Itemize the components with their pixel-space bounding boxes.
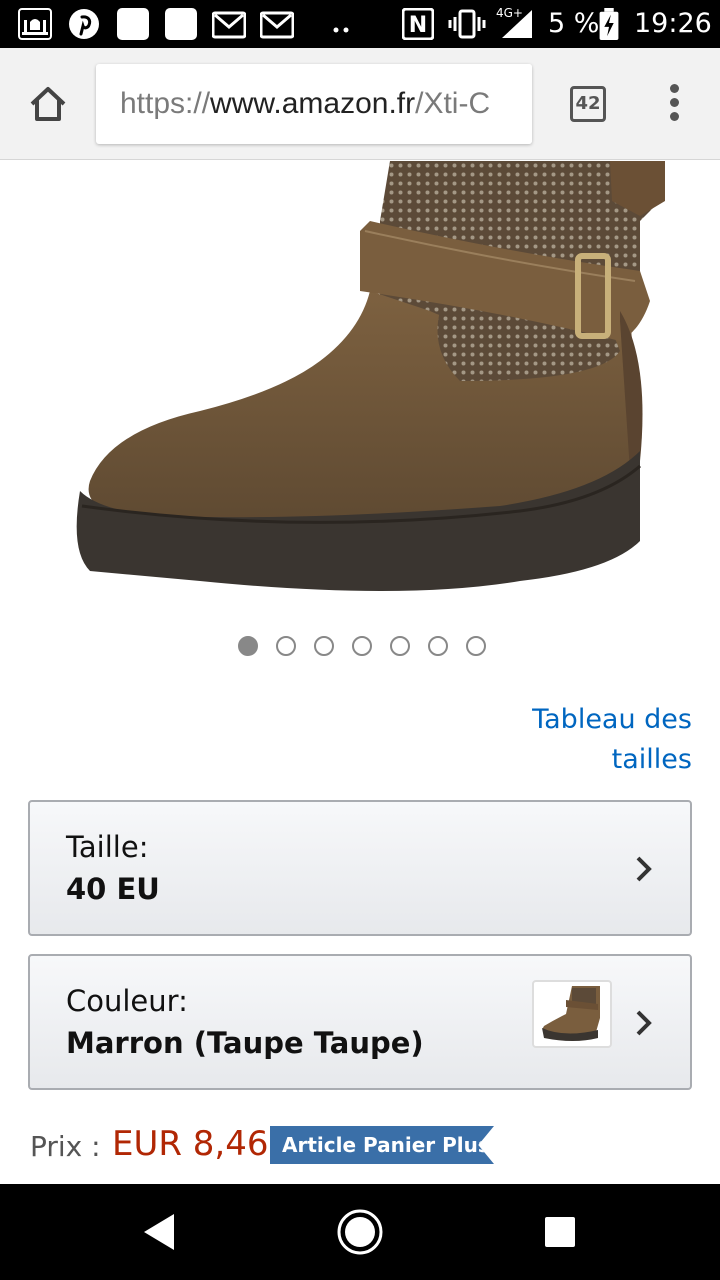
more-notifications-icon: [333, 27, 349, 33]
url-host: www.amazon.fr: [210, 87, 416, 120]
carousel-dot[interactable]: [428, 636, 448, 656]
chevron-right-icon: [636, 856, 652, 882]
carousel-dot[interactable]: [314, 636, 334, 656]
price-label: Prix :: [30, 1130, 101, 1163]
gmail-icon: [260, 11, 294, 39]
size-selector[interactable]: Taille: 40 EU: [28, 800, 692, 936]
image-carousel-dots: [0, 636, 720, 658]
boot-thumbnail-icon: [542, 986, 600, 1041]
notification-square-icon: [165, 8, 197, 40]
size-chart-link[interactable]: Tableau des tailles: [492, 700, 692, 780]
carousel-dot[interactable]: [466, 636, 486, 656]
price-row: Prix : EUR 8,46 Article Panier Plus: [30, 1120, 710, 1170]
chevron-right-icon: [636, 1010, 652, 1036]
battery-percent: 5 %: [548, 8, 600, 39]
battery-charging-icon: [599, 8, 619, 40]
carousel-dot[interactable]: [276, 636, 296, 656]
notification-square-icon: [117, 8, 149, 40]
home-icon[interactable]: [24, 80, 72, 128]
carousel-dot[interactable]: [238, 636, 258, 656]
gmail-icon: [212, 11, 246, 39]
carousel-dot[interactable]: [352, 636, 372, 656]
recent-apps-icon[interactable]: [544, 1216, 576, 1248]
mosque-app-icon: [18, 8, 52, 40]
tab-switcher-button[interactable]: 42: [570, 86, 606, 122]
size-label: Taille:: [66, 830, 149, 864]
color-selector[interactable]: Couleur: Marron (Taupe Taupe): [28, 954, 692, 1090]
nfc-icon: N: [402, 8, 434, 40]
url-scheme: https://: [120, 87, 211, 120]
clock: 19:26: [634, 8, 712, 39]
url-path: /Xti-C: [415, 87, 491, 120]
url-bar[interactable]: https://www.amazon.fr/Xti-C: [96, 64, 532, 144]
product-image[interactable]: [0, 161, 720, 621]
overflow-menu-icon[interactable]: [664, 84, 684, 124]
back-icon[interactable]: [140, 1212, 180, 1252]
url-fade: [502, 64, 532, 144]
price-value: EUR 8,46: [112, 1124, 269, 1164]
carousel-dot[interactable]: [390, 636, 410, 656]
color-swatch-thumbnail: [532, 980, 612, 1048]
url-text: https://www.amazon.fr/Xti-C: [120, 85, 490, 123]
svg-text:N: N: [409, 13, 427, 38]
system-navigation-bar: [0, 1184, 720, 1280]
color-label: Couleur:: [66, 984, 188, 1018]
vibrate-icon: [448, 9, 486, 39]
size-value: 40 EU: [66, 872, 160, 906]
signal-strength-icon: [502, 10, 532, 38]
status-bar: N 4G+ 5 % 19:26: [0, 0, 720, 48]
add-on-item-badge: Article Panier Plus: [270, 1126, 494, 1164]
browser-toolbar: https://www.amazon.fr/Xti-C 42: [0, 48, 720, 160]
home-circle-icon[interactable]: [336, 1208, 384, 1256]
brown-ankle-boot-icon: [76, 161, 665, 591]
pinterest-icon: [69, 9, 99, 39]
color-value: Marron (Taupe Taupe): [66, 1026, 424, 1060]
